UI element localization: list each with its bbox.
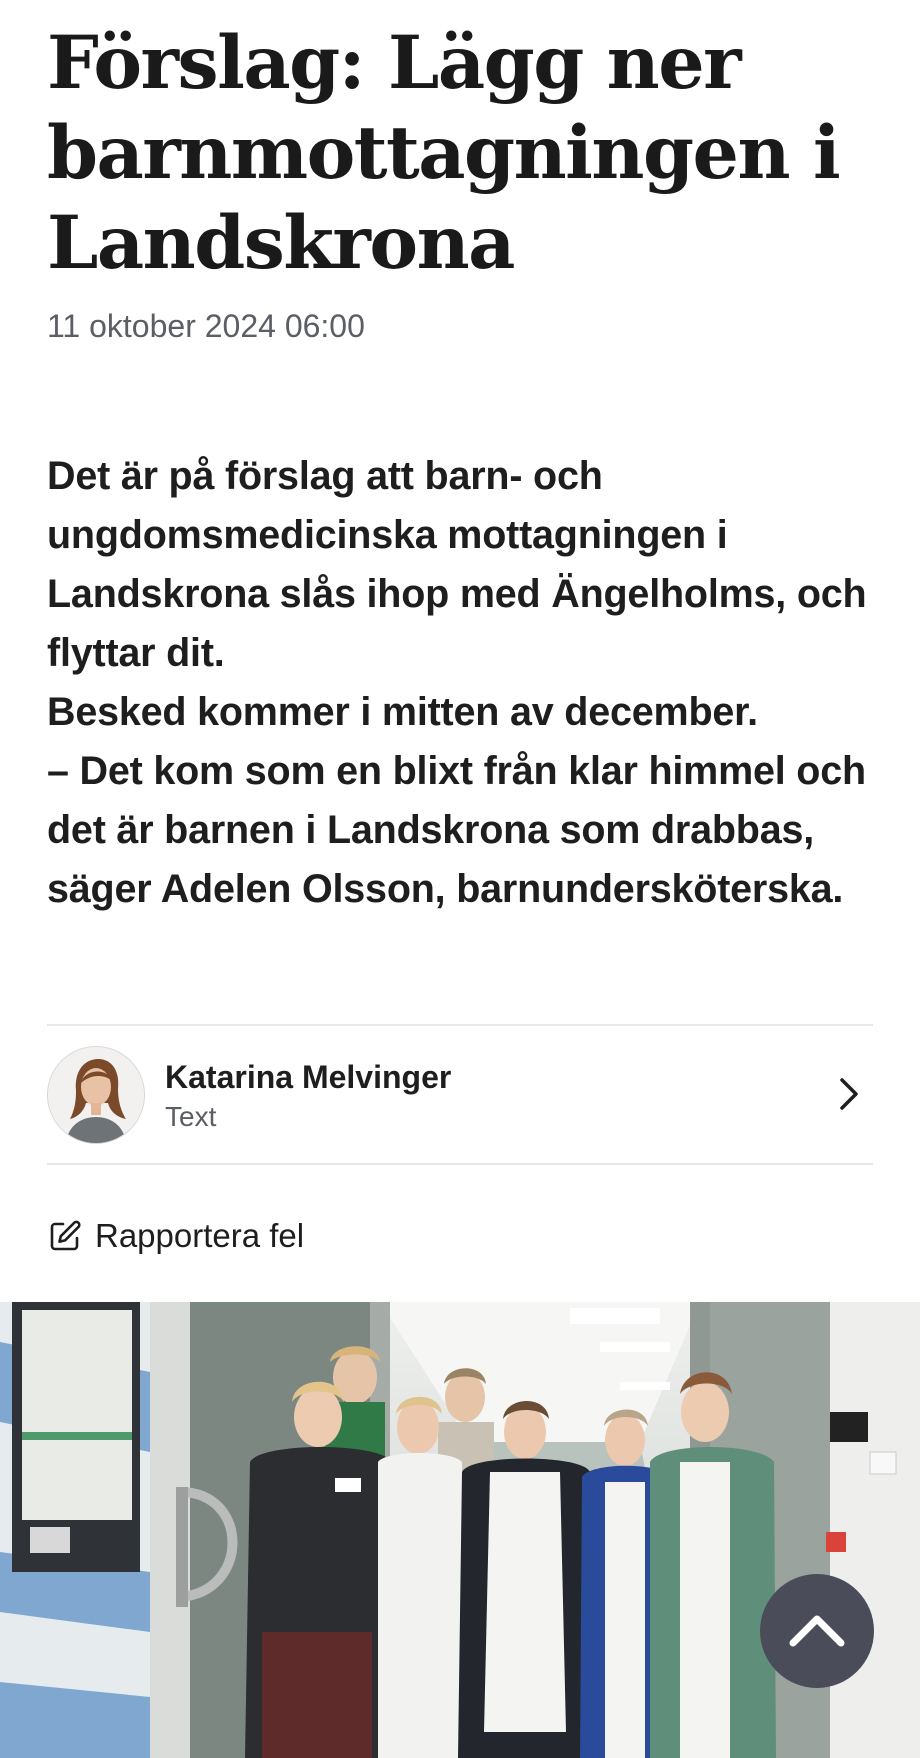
author-byline[interactable]: Katarina Melvinger Text xyxy=(47,1026,873,1163)
chevron-right-icon xyxy=(840,1078,858,1110)
lead-paragraph: Besked kommer i mitten av december. xyxy=(47,690,758,734)
article-photo xyxy=(0,1302,920,1758)
report-error-label: Rapportera fel xyxy=(95,1217,305,1254)
author-name: Katarina Melvinger xyxy=(165,1059,452,1095)
chevron-up-icon xyxy=(789,1615,845,1647)
scroll-to-top-button[interactable] xyxy=(760,1574,874,1688)
divider xyxy=(47,1163,873,1165)
publish-date: 11 oktober 2024 06:00 xyxy=(47,308,365,344)
lead-paragraph: – Det kom som en blixt från klar himmel … xyxy=(47,749,866,911)
headline: Förslag: Lägg ner barnmottagningen i Lan… xyxy=(47,20,841,286)
author-role: Text xyxy=(165,1101,217,1132)
people xyxy=(245,1346,776,1758)
staff-group-photo xyxy=(0,1302,920,1758)
lead-paragraph: Det är på förslag att barn- och ungdomsm… xyxy=(47,454,867,675)
lead-text: Det är på förslag att barn- och ungdomsm… xyxy=(47,447,873,919)
author-avatar-image xyxy=(48,1047,144,1143)
report-error-link[interactable]: Rapportera fel xyxy=(47,1212,304,1260)
edit-icon xyxy=(50,1220,81,1251)
author-avatar xyxy=(47,1046,145,1144)
